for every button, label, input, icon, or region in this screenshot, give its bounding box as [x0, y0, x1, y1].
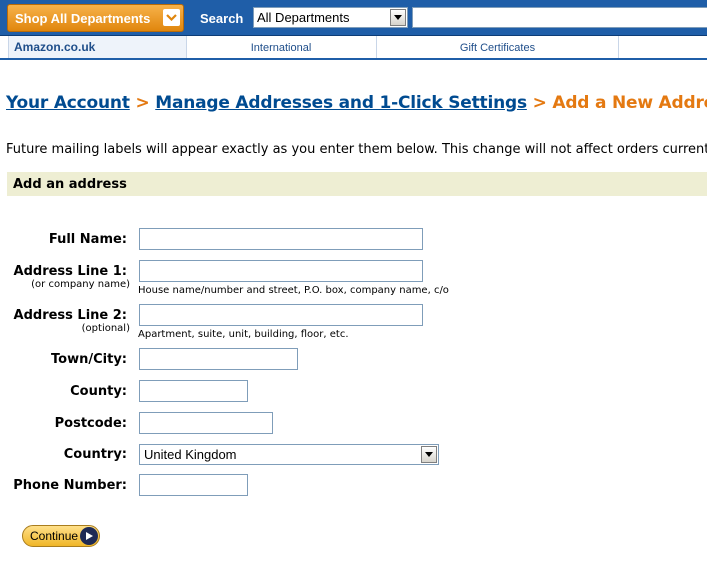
secondary-nav-bar: Amazon.co.uk International Gift Certific…: [0, 36, 707, 60]
nav-link-gift-certificates[interactable]: Gift Certificates: [377, 36, 619, 58]
breadcrumb-manage-addresses-link[interactable]: Manage Addresses and 1-Click Settings: [155, 93, 527, 113]
nav-home-tab[interactable]: Amazon.co.uk: [8, 36, 187, 58]
address-line-1-sublabel: (or company name): [31, 279, 130, 290]
continue-button[interactable]: Continue: [22, 525, 100, 547]
arrow-right-icon: [80, 527, 98, 545]
breadcrumb-your-account-link[interactable]: Your Account: [6, 93, 130, 113]
shop-all-departments-button[interactable]: Shop All Departments: [7, 4, 184, 32]
top-nav-bar: Shop All Departments Search All Departme…: [0, 0, 707, 36]
nav-link-international[interactable]: International: [186, 36, 377, 58]
country-label: Country:: [63, 447, 127, 462]
page-title: Add a New Address: [552, 93, 707, 113]
full-name-input[interactable]: [139, 228, 423, 250]
full-name-label: Full Name:: [48, 232, 127, 247]
address-line-2-sublabel: (optional): [81, 323, 130, 334]
shop-all-departments-label: Shop All Departments: [15, 11, 151, 26]
breadcrumb: Your Account > Manage Addresses and 1-Cl…: [6, 93, 707, 113]
search-input[interactable]: [412, 7, 707, 28]
nav-home-label: Amazon.co.uk: [14, 40, 96, 54]
town-city-label: Town/City:: [51, 352, 127, 367]
country-select-value: United Kingdom: [144, 447, 237, 462]
department-select-value: All Departments: [257, 10, 350, 25]
dropdown-arrow-icon[interactable]: [421, 446, 437, 463]
dropdown-arrow-icon[interactable]: [390, 9, 406, 26]
county-label: County:: [70, 384, 127, 399]
chevron-down-icon: [163, 9, 180, 26]
country-select[interactable]: United Kingdom: [139, 444, 439, 465]
county-input[interactable]: [139, 380, 248, 402]
address-line-1-label: Address Line 1:: [13, 264, 127, 279]
postcode-input[interactable]: [139, 412, 273, 434]
phone-number-input[interactable]: [139, 474, 248, 496]
postcode-label: Postcode:: [54, 416, 127, 431]
section-header: Add an address: [7, 172, 707, 196]
department-select[interactable]: All Departments: [253, 7, 408, 28]
continue-button-label: Continue: [30, 529, 79, 543]
address-line-2-hint: Apartment, suite, unit, building, floor,…: [138, 329, 349, 340]
phone-number-label: Phone Number:: [13, 478, 127, 493]
section-title: Add an address: [13, 177, 127, 192]
breadcrumb-separator: >: [532, 93, 547, 113]
address-line-2-input[interactable]: [139, 304, 423, 326]
search-label: Search: [200, 11, 244, 26]
town-city-input[interactable]: [139, 348, 298, 370]
address-line-2-label: Address Line 2:: [13, 308, 127, 323]
address-line-1-input[interactable]: [139, 260, 423, 282]
intro-text: Future mailing labels will appear exactl…: [6, 142, 707, 157]
address-line-1-hint: House name/number and street, P.O. box, …: [138, 285, 449, 296]
breadcrumb-separator: >: [135, 93, 150, 113]
